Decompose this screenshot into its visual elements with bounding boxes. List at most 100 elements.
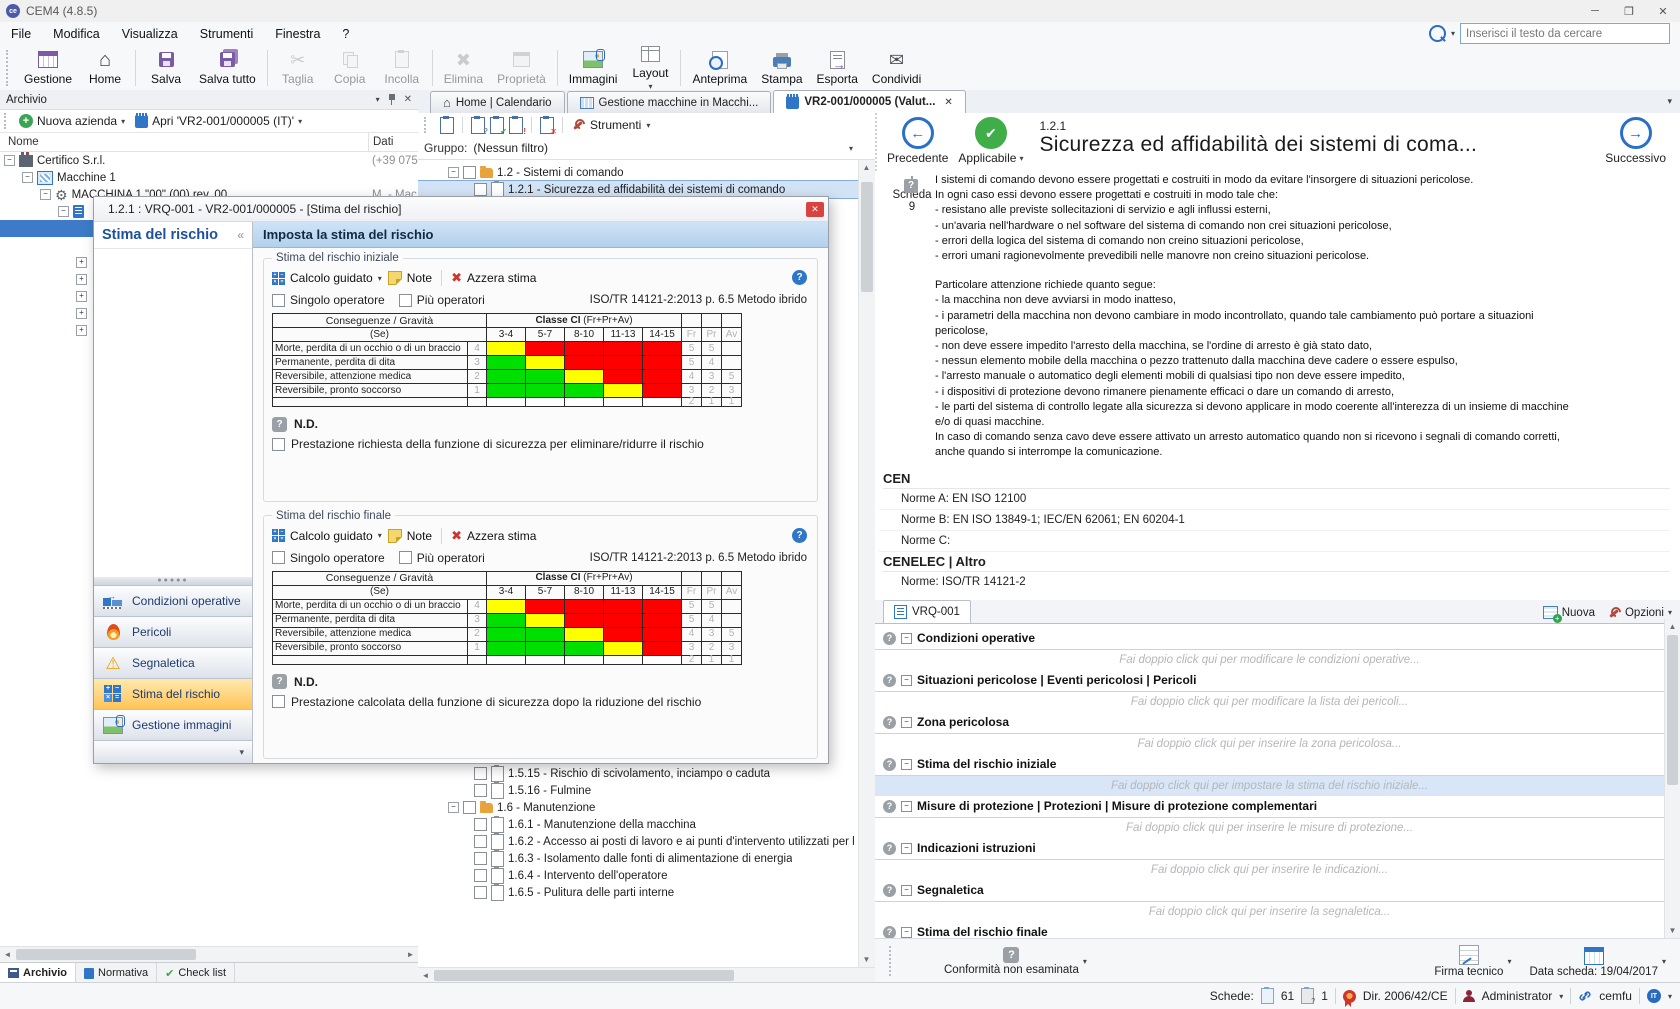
sidebar-overflow-button[interactable]: ▾: [94, 740, 252, 763]
group-filter-row[interactable]: Gruppo: (Nessun filtro) ▾: [418, 137, 875, 160]
card-icon[interactable]: [440, 117, 454, 134]
toolbar-drag-handle[interactable]: [6, 50, 12, 86]
row-checkbox[interactable]: [474, 818, 487, 831]
conformita-dropdown-icon[interactable]: ▾: [1083, 957, 1087, 966]
scroll-left-icon[interactable]: ◄: [0, 947, 15, 962]
open-file-dropdown-icon[interactable]: ▾: [298, 117, 302, 126]
singolo-operatore-checkbox[interactable]: Singolo operatore: [272, 551, 385, 565]
row-checkbox[interactable]: [474, 183, 487, 196]
matrix-cell[interactable]: [604, 641, 643, 655]
applicable-button[interactable]: ✔ Applicabile▾: [958, 117, 1023, 165]
matrix-cell[interactable]: [643, 342, 682, 356]
calcolo-dropdown-icon[interactable]: ▾: [378, 274, 382, 283]
section-hint[interactable]: Fai doppio click qui per inserire la zon…: [875, 734, 1664, 754]
esporta-button[interactable]: →Esporta: [810, 48, 865, 88]
piu-operatori-checkbox[interactable]: Più operatori: [399, 551, 485, 565]
tree-hscrollbar[interactable]: ◄: [418, 967, 875, 983]
matrix-cell[interactable]: [604, 627, 643, 641]
matrix-cell[interactable]: [565, 398, 604, 407]
question-icon[interactable]: ?: [883, 926, 896, 938]
salva-tutto-button[interactable]: Salva tutto: [192, 48, 263, 88]
matrix-cell[interactable]: [604, 370, 643, 384]
card-check-icon[interactable]: ✔: [490, 117, 504, 134]
applicable-dropdown-icon[interactable]: ▾: [1019, 154, 1023, 163]
row-checkbox[interactable]: [463, 166, 476, 179]
section-header[interactable]: ?−Stima del rischio finale: [875, 922, 1664, 938]
matrix-cell[interactable]: [487, 655, 526, 664]
minimize-button[interactable]: ─: [1578, 0, 1612, 22]
matrix-cell[interactable]: [565, 641, 604, 655]
question-icon[interactable]: ?: [883, 716, 896, 729]
matrix-cell[interactable]: [526, 613, 565, 627]
nd-question-icon[interactable]: ?: [272, 674, 287, 689]
menu-item-[interactable]: ?: [331, 27, 360, 41]
tab-list-dropdown-icon[interactable]: ▾: [1667, 96, 1680, 107]
question-icon[interactable]: ?: [883, 758, 896, 771]
matrix-cell[interactable]: [643, 641, 682, 655]
section-hint[interactable]: Fai doppio click qui per inserire le mis…: [875, 818, 1664, 838]
language-icon[interactable]: IT: [1647, 989, 1661, 1003]
matrix-cell[interactable]: [526, 384, 565, 398]
home-button[interactable]: ⌂Home: [79, 48, 131, 88]
matrix-cell[interactable]: [526, 370, 565, 384]
sidebar-button-segnaletica[interactable]: ⚠Segnaletica: [94, 647, 252, 678]
matrix-cell[interactable]: [604, 655, 643, 664]
row-checkbox[interactable]: [474, 767, 487, 780]
expand-icon[interactable]: +: [76, 274, 87, 285]
sidebar-button-pericoli[interactable]: Pericoli: [94, 616, 252, 647]
data-scheda-button[interactable]: Data scheda: 19/04/2017: [1529, 945, 1658, 978]
help-icon[interactable]: ?: [792, 528, 807, 543]
panel-close-icon[interactable]: ✕: [404, 94, 412, 105]
scroll-thumb[interactable]: [861, 182, 873, 292]
matrix-cell[interactable]: [643, 599, 682, 613]
matrix-cell[interactable]: [487, 627, 526, 641]
matrix-cell[interactable]: [604, 342, 643, 356]
matrix-cell[interactable]: [643, 398, 682, 407]
search-input[interactable]: [1460, 23, 1670, 44]
strumenti-dropdown-icon[interactable]: ▾: [646, 121, 650, 130]
new-company-button[interactable]: Nuova azienda: [37, 114, 117, 128]
sidebar-button-condizioni-operative[interactable]: →Condizioni operative: [94, 585, 252, 616]
question-icon[interactable]: ?: [883, 842, 896, 855]
note-button[interactable]: Note: [388, 529, 432, 543]
group-dropdown-icon[interactable]: ▾: [849, 144, 853, 153]
matrix-cell[interactable]: [526, 599, 565, 613]
scroll-right-icon[interactable]: ►: [403, 947, 418, 962]
conformita-button[interactable]: ? Conformità non esaminata: [944, 947, 1079, 976]
piu-operatori-checkbox[interactable]: Più operatori: [399, 293, 485, 307]
matrix-cell[interactable]: [526, 342, 565, 356]
note-button[interactable]: Note: [388, 271, 432, 285]
search-icon[interactable]: [1429, 25, 1446, 42]
expand-icon[interactable]: +: [76, 308, 87, 319]
footer-handle[interactable]: [889, 946, 895, 976]
collapse-icon[interactable]: −: [22, 172, 33, 183]
sidebar-button-gestione-immagini[interactable]: Gestione immagini: [94, 709, 252, 740]
section-hint[interactable]: Fai doppio click qui per impostare la st…: [875, 776, 1664, 796]
matrix-cell[interactable]: [487, 613, 526, 627]
pin-icon[interactable]: [388, 94, 396, 105]
collapse-icon[interactable]: −: [901, 843, 912, 854]
dialog-close-button[interactable]: ✕: [806, 202, 824, 217]
column-dati[interactable]: Dati: [368, 133, 393, 151]
row-checkbox[interactable]: [463, 801, 476, 814]
matrix-cell[interactable]: [565, 384, 604, 398]
matrix-cell[interactable]: [643, 384, 682, 398]
bottom-tab-check-list[interactable]: ✔Check list: [157, 963, 235, 983]
vrq-tab[interactable]: VRQ-001: [883, 600, 971, 623]
requirement-row[interactable]: 1.6.3 - Isolamento dalle fonti di alimen…: [418, 850, 875, 867]
matrix-cell[interactable]: [604, 613, 643, 627]
data-scheda-dropdown-icon[interactable]: ▾: [1662, 957, 1666, 966]
anteprima-button[interactable]: Anteprima: [685, 48, 754, 88]
detail-vscrollbar[interactable]: ▲ ▼: [1664, 619, 1680, 938]
panel-menu-icon[interactable]: ▾: [376, 95, 380, 104]
matrix-cell[interactable]: [526, 627, 565, 641]
condividi-button[interactable]: ✉Condividi: [865, 48, 928, 88]
requirement-row[interactable]: 1.5.15 - Rischio di scivolamento, inciam…: [418, 765, 875, 782]
collapse-icon[interactable]: −: [901, 801, 912, 812]
section-header[interactable]: ?−Zona pericolosa: [875, 712, 1664, 734]
scroll-thumb[interactable]: [434, 970, 734, 981]
menu-item-strumenti[interactable]: Strumenti: [189, 27, 265, 41]
matrix-cell[interactable]: [526, 655, 565, 664]
matrix-cell[interactable]: [643, 613, 682, 627]
matrix-cell[interactable]: [487, 398, 526, 407]
